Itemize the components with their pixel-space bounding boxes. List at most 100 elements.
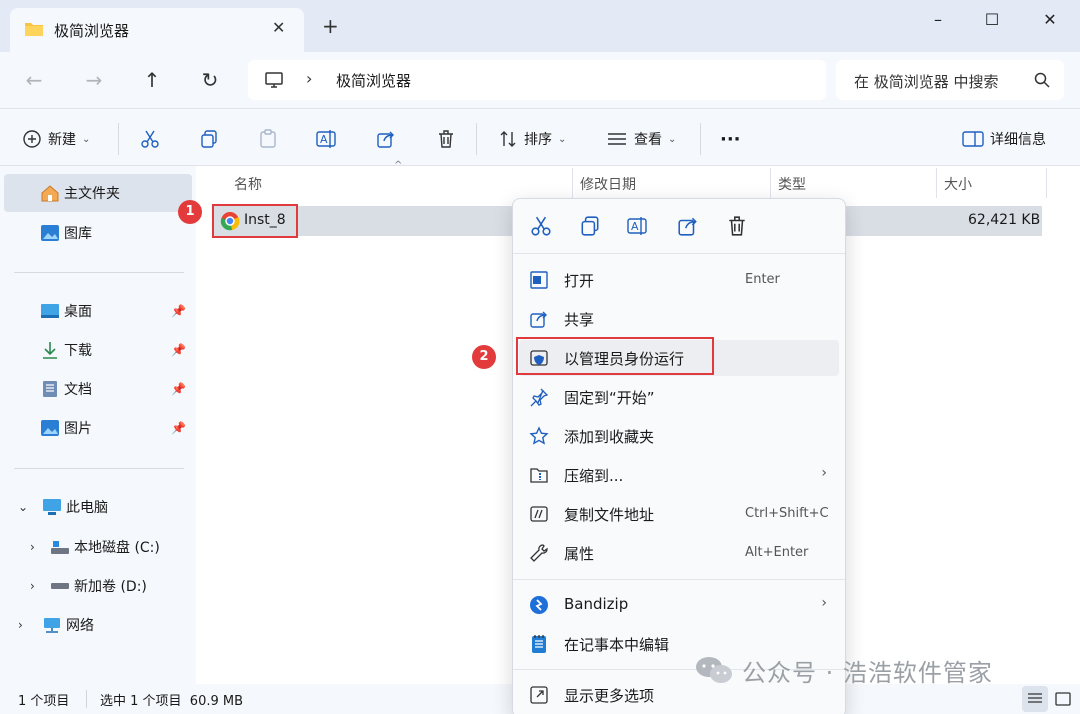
- view-button[interactable]: 查看 ⌄: [606, 127, 676, 151]
- details-view-button[interactable]: [1022, 686, 1048, 712]
- sidebar-item-network[interactable]: 网络: [4, 606, 192, 644]
- watermark-text: 公众号 · 浩浩软件管家: [742, 658, 993, 687]
- scissors-icon: [141, 130, 159, 148]
- sidebar-item-downloads[interactable]: 下载 📌: [4, 331, 192, 369]
- sidebar-item-home[interactable]: 主文件夹: [4, 174, 192, 212]
- pin-icon[interactable]: 📌: [171, 304, 186, 318]
- column-header-modified[interactable]: 修改日期: [580, 174, 636, 194]
- maximize-button[interactable]: ☐: [972, 6, 1012, 34]
- drive-icon: [50, 577, 70, 595]
- share-icon[interactable]: [677, 215, 699, 237]
- address-path[interactable]: 极简浏览器: [336, 70, 411, 91]
- menu-item-label: 显示更多选项: [564, 687, 655, 705]
- sidebar-item-label: 此电脑: [66, 500, 108, 516]
- delete-button[interactable]: [436, 127, 456, 151]
- file-size: 62,421 KB: [968, 212, 1041, 228]
- menu-item-label: 共享: [564, 311, 595, 329]
- scissors-icon[interactable]: [530, 215, 552, 237]
- address-bar[interactable]: › 极简浏览器: [248, 60, 826, 100]
- rename-icon: A: [316, 130, 336, 148]
- menu-item-properties[interactable]: 属性 Alt+Enter: [519, 535, 839, 571]
- search-input[interactable]: 在 极简浏览器 中搜索: [854, 71, 999, 92]
- copy-button[interactable]: [199, 127, 219, 151]
- desktop-icon: [40, 302, 60, 320]
- column-divider[interactable]: [1046, 168, 1047, 198]
- sidebar-item-this-pc[interactable]: 此电脑: [4, 488, 192, 526]
- paste-button[interactable]: [258, 127, 278, 151]
- wrench-icon: [530, 544, 548, 562]
- sort-button[interactable]: 排序 ⌄: [498, 127, 566, 151]
- expand-icon: [530, 686, 548, 704]
- new-tab-button[interactable]: +: [322, 16, 339, 36]
- more-options-button[interactable]: ···: [720, 127, 741, 151]
- context-quick-actions: A: [513, 199, 847, 253]
- context-menu: A 打开 Enter 共享 以管理员身份运行 固定到“开始” 添加到收藏夹 压缩…: [512, 198, 846, 714]
- chevron-right-icon[interactable]: ›: [306, 69, 312, 88]
- rename-icon[interactable]: A: [627, 215, 649, 237]
- watermark: 公众号 · 浩浩软件管家: [694, 652, 993, 688]
- refresh-icon[interactable]: ↻: [196, 66, 224, 94]
- document-icon: [40, 380, 60, 398]
- menu-item-add-to-favorites[interactable]: 添加到收藏夹: [519, 418, 839, 454]
- sidebar-item-label: 主文件夹: [64, 186, 120, 202]
- share-icon: [530, 311, 547, 328]
- menu-item-pin-to-start[interactable]: 固定到“开始”: [519, 379, 839, 415]
- menu-item-label: Bandizip: [564, 595, 629, 613]
- sidebar-item-gallery[interactable]: 图库: [4, 214, 192, 252]
- new-button[interactable]: 新建 ⌄: [22, 127, 90, 151]
- pin-icon[interactable]: 📌: [171, 382, 186, 396]
- plus-circle-icon: [23, 130, 41, 148]
- drive-c-icon: [50, 538, 70, 556]
- column-header-size[interactable]: 大小: [944, 174, 972, 194]
- menu-item-compress[interactable]: 压缩到... ›: [519, 457, 839, 493]
- column-divider[interactable]: [572, 168, 573, 198]
- network-icon: [42, 616, 62, 634]
- sidebar-item-documents[interactable]: 文档 📌: [4, 370, 192, 408]
- back-arrow-icon[interactable]: ←: [20, 66, 48, 94]
- sidebar-item-label: 图片: [64, 421, 92, 437]
- up-arrow-icon[interactable]: ↑: [138, 66, 166, 94]
- details-pane-button[interactable]: 详细信息: [962, 127, 1046, 151]
- pin-icon[interactable]: 📌: [171, 421, 186, 435]
- pin-icon[interactable]: 📌: [171, 343, 186, 357]
- tiles-view-button[interactable]: [1050, 686, 1076, 712]
- step-badge-2: 2: [472, 345, 496, 369]
- trash-icon[interactable]: [726, 215, 748, 237]
- column-header-name[interactable]: 名称: [234, 174, 262, 194]
- copy-icon[interactable]: [579, 215, 601, 237]
- column-divider[interactable]: [770, 168, 771, 198]
- menu-item-share[interactable]: 共享: [519, 301, 839, 337]
- sidebar-item-desktop[interactable]: 桌面 📌: [4, 292, 192, 330]
- column-divider[interactable]: [936, 168, 937, 198]
- menu-item-copy-path[interactable]: 复制文件地址 Ctrl+Shift+C: [519, 496, 839, 532]
- sidebar-item-local-disk[interactable]: 本地磁盘 (C:): [4, 528, 192, 566]
- search-icon[interactable]: [1034, 72, 1050, 88]
- tab-active[interactable]: 极简浏览器 ✕: [10, 8, 304, 52]
- pin-icon: [530, 388, 549, 407]
- sort-icon: [500, 131, 516, 147]
- column-header-type[interactable]: 类型: [778, 174, 806, 194]
- trash-icon: [439, 130, 453, 148]
- share-button[interactable]: [376, 127, 396, 151]
- cut-button[interactable]: [140, 127, 160, 151]
- sidebar-item-new-volume[interactable]: 新加卷 (D:): [4, 567, 192, 605]
- sidebar-item-pictures[interactable]: 图片 📌: [4, 409, 192, 447]
- forward-arrow-icon[interactable]: →: [80, 66, 108, 94]
- clipboard-icon: [260, 129, 276, 148]
- chevron-down-icon: ⌄: [82, 133, 91, 145]
- menu-item-label: 复制文件地址: [564, 506, 655, 524]
- sidebar-item-label: 桌面: [64, 304, 92, 320]
- tab-close-icon[interactable]: ✕: [272, 18, 285, 37]
- close-button[interactable]: ✕: [1030, 6, 1070, 34]
- divider: [476, 123, 477, 155]
- menu-item-open[interactable]: 打开 Enter: [519, 262, 839, 298]
- chevron-right-icon: ›: [821, 465, 827, 481]
- star-icon: [529, 426, 549, 445]
- search-box[interactable]: 在 极简浏览器 中搜索: [836, 60, 1064, 100]
- folder-icon: [25, 23, 43, 36]
- computer-icon: [265, 72, 283, 88]
- rename-button[interactable]: A: [316, 127, 338, 151]
- minimize-button[interactable]: –: [918, 6, 958, 34]
- menu-item-bandizip[interactable]: Bandizip ›: [519, 587, 839, 623]
- sidebar-item-label: 本地磁盘 (C:): [74, 540, 160, 556]
